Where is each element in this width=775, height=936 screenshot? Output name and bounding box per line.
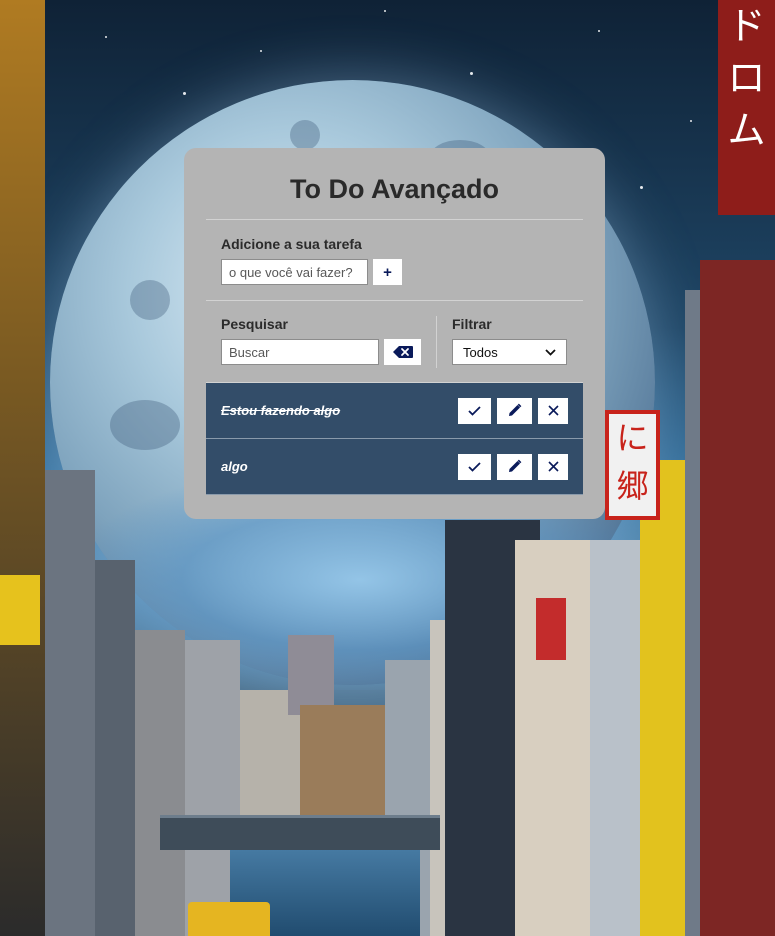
toolbar: Pesquisar Filtrar Todos — [206, 301, 583, 383]
todo-item: Estou fazendo algo — [206, 383, 583, 439]
remove-todo-button[interactable] — [538, 397, 568, 424]
search-section: Pesquisar — [206, 316, 437, 368]
backspace-icon — [392, 346, 413, 358]
close-icon — [547, 405, 559, 416]
add-task-row: + — [221, 259, 568, 285]
shop-sign: に郷 — [605, 410, 660, 520]
boat — [188, 902, 270, 936]
yellow-sign — [0, 575, 40, 645]
todo-actions — [458, 453, 568, 480]
filter-section: Filtrar Todos — [437, 316, 582, 382]
pencil-icon — [509, 459, 522, 472]
edit-todo-button[interactable] — [497, 397, 532, 424]
edit-todo-button[interactable] — [497, 453, 532, 480]
search-input[interactable] — [221, 339, 379, 365]
remove-todo-button[interactable] — [538, 453, 568, 480]
close-icon — [547, 461, 559, 472]
star — [384, 10, 386, 12]
check-icon — [468, 461, 481, 472]
filter-selected-value: Todos — [463, 344, 498, 360]
filter-label: Filtrar — [452, 316, 492, 332]
building — [0, 0, 45, 936]
building — [95, 560, 135, 936]
clear-search-button[interactable] — [384, 339, 421, 365]
building — [288, 635, 334, 715]
todo-text: Estou fazendo algo — [221, 403, 341, 418]
page-title: To Do Avançado — [206, 148, 583, 220]
finish-todo-button[interactable] — [458, 397, 491, 424]
check-icon — [468, 405, 481, 416]
add-task-button[interactable]: + — [373, 259, 402, 285]
todo-text: algo — [221, 459, 248, 474]
star — [183, 92, 186, 95]
add-task-form: Adicione a sua tarefa + — [206, 220, 583, 301]
star — [470, 72, 473, 75]
building — [640, 460, 685, 936]
todo-list: Estou fazendo algo algo — [206, 383, 583, 495]
building — [700, 260, 775, 936]
pencil-icon — [509, 403, 522, 416]
building — [135, 630, 185, 936]
star — [105, 36, 107, 38]
building — [590, 540, 640, 936]
bridge — [160, 815, 440, 850]
add-task-label: Adicione a sua tarefa — [221, 236, 362, 252]
chevron-down-icon — [545, 348, 556, 356]
shop-sign — [536, 598, 566, 660]
finish-todo-button[interactable] — [458, 453, 491, 480]
building — [45, 470, 95, 936]
todo-card: To Do Avançado Adicione a sua tarefa + P… — [184, 148, 605, 519]
todo-input[interactable] — [221, 259, 368, 285]
star — [640, 186, 643, 189]
star — [260, 50, 262, 52]
search-label: Pesquisar — [221, 316, 288, 332]
search-row — [221, 339, 421, 365]
filter-select[interactable]: Todos — [452, 339, 567, 365]
star — [598, 30, 600, 32]
todo-item: algo — [206, 439, 583, 495]
todo-actions — [458, 397, 568, 424]
star — [690, 120, 692, 122]
vertical-sign: ドロム — [718, 0, 775, 215]
